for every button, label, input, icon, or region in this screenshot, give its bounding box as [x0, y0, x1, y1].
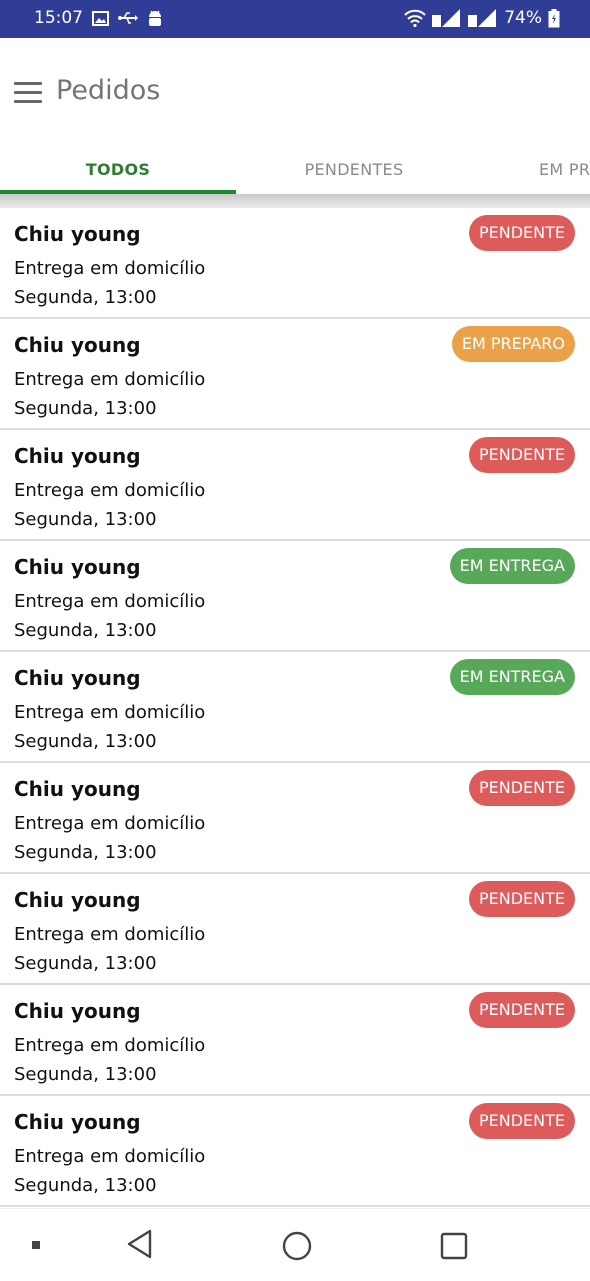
order-row[interactable]: Chiu young Entrega em domicílio Segunda, 1… — [0, 985, 590, 1096]
order-row[interactable]: Chiu young Entrega em domicílio Segunda, 1… — [0, 874, 590, 985]
customer-name: Chiu young — [14, 888, 141, 912]
delivery-type: Entrega em domicílio — [14, 924, 206, 945]
status-badge: EM ENTREGA — [449, 659, 575, 695]
usb-icon — [118, 12, 138, 24]
battery-icon — [548, 8, 560, 27]
customer-name: Chiu young — [14, 444, 141, 468]
order-time: Segunda, 13:00 — [14, 398, 157, 419]
status-bar: 15:07 74% — [0, 0, 590, 38]
navigation-bar — [0, 1208, 590, 1281]
customer-name: Chiu young — [14, 555, 141, 579]
status-badge: EM PREPARO — [451, 326, 575, 362]
tab-bar: TODOS PENDENTES EM PR — [0, 148, 590, 195]
status-badge: PENDENTE — [468, 881, 575, 917]
orders-list: Chiu young Entrega em domicílio Segunda, 1… — [0, 208, 590, 1207]
battery-percent: 74% — [504, 8, 542, 28]
order-time: Segunda, 13:00 — [14, 953, 157, 974]
status-badge: PENDENTE — [468, 437, 575, 473]
order-time: Segunda, 13:00 — [14, 620, 157, 641]
customer-name: Chiu young — [14, 1110, 141, 1134]
signal-icon — [432, 9, 461, 27]
order-row[interactable]: Chiu young Entrega em domicílio Segunda, 1… — [0, 430, 590, 541]
customer-name: Chiu young — [14, 333, 141, 357]
status-badge: PENDENTE — [468, 770, 575, 806]
order-row[interactable]: Chiu young Entrega em domicílio Segunda, 1… — [0, 652, 590, 763]
order-row[interactable]: Chiu young Entrega em domicílio Segunda, 1… — [0, 541, 590, 652]
android-debug-icon — [149, 10, 161, 26]
status-badge: EM ENTREGA — [449, 548, 575, 584]
customer-name: Chiu young — [14, 222, 141, 246]
hamburger-menu-icon[interactable] — [14, 82, 42, 104]
recents-icon[interactable] — [440, 1232, 468, 1260]
tab-todos[interactable]: TODOS — [0, 148, 236, 194]
app-bar: Pedidos — [0, 38, 590, 148]
status-badge: PENDENTE — [468, 992, 575, 1028]
customer-name: Chiu young — [14, 999, 141, 1023]
delivery-type: Entrega em domicílio — [14, 1146, 206, 1167]
order-time: Segunda, 13:00 — [14, 287, 157, 308]
customer-name: Chiu young — [14, 777, 141, 801]
order-time: Segunda, 13:00 — [14, 731, 157, 752]
tab-em-preparo[interactable]: EM PR — [472, 148, 590, 194]
back-icon[interactable] — [126, 1229, 154, 1259]
order-row[interactable]: Chiu young Entrega em domicílio Segunda, 1… — [0, 208, 590, 319]
status-badge: PENDENTE — [468, 215, 575, 251]
order-row[interactable]: Chiu young Entrega em domicílio Segunda, 1… — [0, 763, 590, 874]
status-badge: PENDENTE — [468, 1103, 575, 1139]
order-time: Segunda, 13:00 — [14, 1175, 157, 1196]
order-row[interactable]: Chiu young Entrega em domicílio Segunda, 1… — [0, 319, 590, 430]
order-time: Segunda, 13:00 — [14, 842, 157, 863]
home-icon[interactable] — [282, 1231, 312, 1261]
order-time: Segunda, 13:00 — [14, 509, 157, 530]
page-title: Pedidos — [56, 75, 161, 106]
image-icon — [92, 10, 109, 26]
delivery-type: Entrega em domicílio — [14, 258, 206, 279]
delivery-type: Entrega em domicílio — [14, 369, 206, 390]
tab-divider — [0, 194, 590, 208]
delivery-type: Entrega em domicílio — [14, 480, 206, 501]
delivery-type: Entrega em domicílio — [14, 702, 206, 723]
signal-icon — [468, 9, 497, 27]
order-row[interactable]: Chiu young Entrega em domicílio Segunda, 1… — [0, 1096, 590, 1207]
clock: 15:07 — [34, 8, 83, 28]
delivery-type: Entrega em domicílio — [14, 591, 206, 612]
customer-name: Chiu young — [14, 666, 141, 690]
order-time: Segunda, 13:00 — [14, 1064, 157, 1085]
delivery-type: Entrega em domicílio — [14, 813, 206, 834]
square-dot-icon[interactable] — [32, 1241, 40, 1249]
delivery-type: Entrega em domicílio — [14, 1035, 206, 1056]
wifi-icon — [404, 9, 426, 27]
tab-pendentes[interactable]: PENDENTES — [236, 148, 472, 194]
status-bar-left: 15:07 — [34, 8, 163, 28]
status-bar-right: 74% — [404, 8, 560, 28]
